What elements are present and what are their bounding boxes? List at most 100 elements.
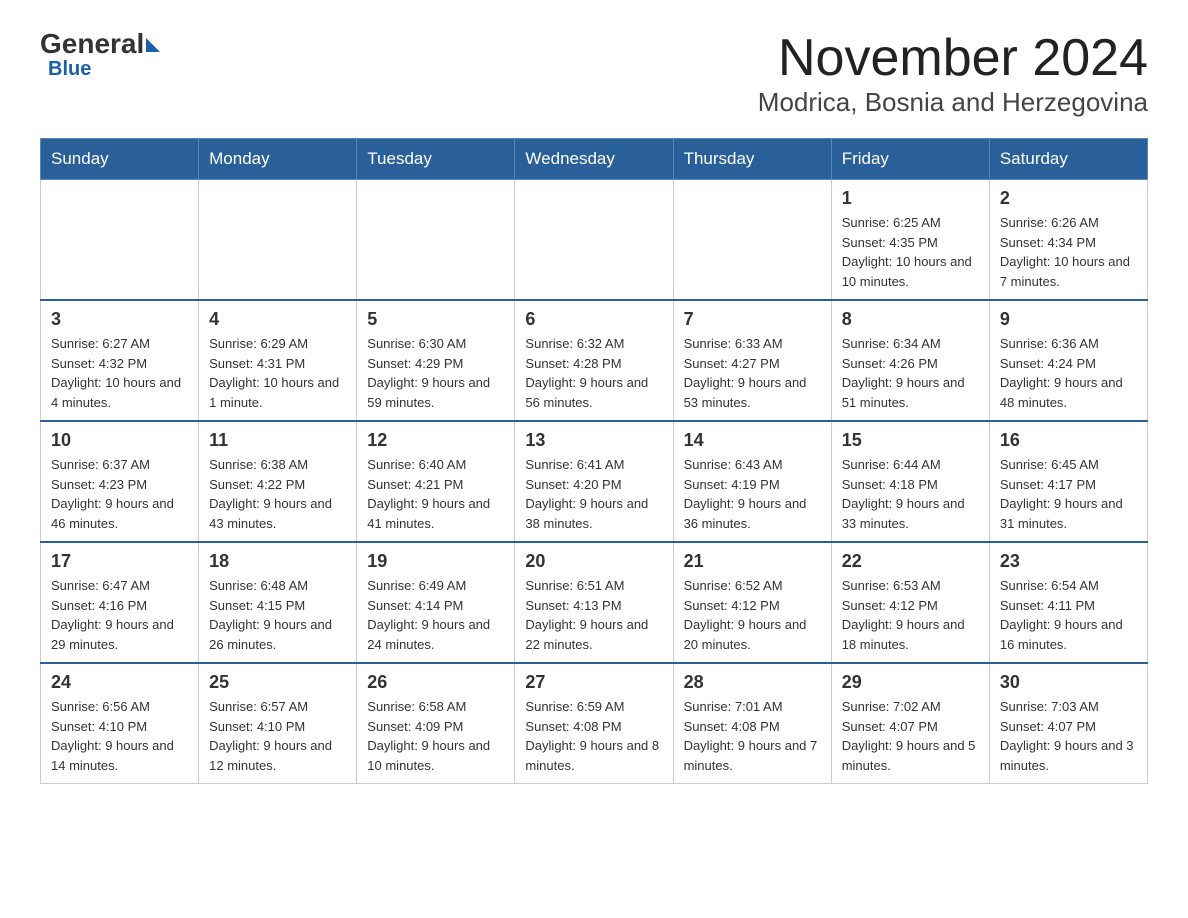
logo-triangle-icon <box>146 38 160 52</box>
day-info: Sunrise: 6:27 AMSunset: 4:32 PMDaylight:… <box>51 334 188 412</box>
calendar-cell: 21 Sunrise: 6:52 AMSunset: 4:12 PMDayligh… <box>673 542 831 663</box>
calendar-cell: 24Sunrise: 6:56 AMSunset: 4:10 PMDayligh… <box>41 663 199 784</box>
month-title: November 2024 <box>758 30 1148 87</box>
col-header-wednesday: Wednesday <box>515 139 673 180</box>
col-header-monday: Monday <box>199 139 357 180</box>
calendar-cell: 30 Sunrise: 7:03 AMSunset: 4:07 PMDayligh… <box>989 663 1147 784</box>
calendar-cell: 10 Sunrise: 6:37 AMSunset: 4:23 PMDayligh… <box>41 421 199 542</box>
day-info: Sunrise: 6:53 AMSunset: 4:12 PMDaylight:… <box>842 576 979 654</box>
day-number: 23 <box>1000 551 1137 572</box>
header-row: SundayMondayTuesdayWednesdayThursdayFrid… <box>41 139 1148 180</box>
header: General Blue November 2024 Modrica, Bosn… <box>40 30 1148 118</box>
day-info: Sunrise: 6:49 AMSunset: 4:14 PMDaylight:… <box>367 576 504 654</box>
calendar-cell: 22 Sunrise: 6:53 AMSunset: 4:12 PMDayligh… <box>831 542 989 663</box>
day-number: 12 <box>367 430 504 451</box>
week-row-5: 24Sunrise: 6:56 AMSunset: 4:10 PMDayligh… <box>41 663 1148 784</box>
day-info: Sunrise: 6:37 AMSunset: 4:23 PMDaylight:… <box>51 455 188 533</box>
day-info: Sunrise: 6:48 AMSunset: 4:15 PMDaylight:… <box>209 576 346 654</box>
day-info: Sunrise: 6:58 AMSunset: 4:09 PMDaylight:… <box>367 697 504 775</box>
day-number: 25 <box>209 672 346 693</box>
calendar-cell: 7 Sunrise: 6:33 AMSunset: 4:27 PMDaylight… <box>673 300 831 421</box>
day-number: 22 <box>842 551 979 572</box>
day-info: Sunrise: 6:43 AMSunset: 4:19 PMDaylight:… <box>684 455 821 533</box>
day-number: 21 <box>684 551 821 572</box>
week-row-2: 3 Sunrise: 6:27 AMSunset: 4:32 PMDaylight… <box>41 300 1148 421</box>
day-number: 15 <box>842 430 979 451</box>
calendar-cell: 5 Sunrise: 6:30 AMSunset: 4:29 PMDaylight… <box>357 300 515 421</box>
day-number: 4 <box>209 309 346 330</box>
calendar-cell: 4Sunrise: 6:29 AMSunset: 4:31 PMDaylight… <box>199 300 357 421</box>
calendar-cell: 9 Sunrise: 6:36 AMSunset: 4:24 PMDaylight… <box>989 300 1147 421</box>
day-number: 19 <box>367 551 504 572</box>
day-info: Sunrise: 6:34 AMSunset: 4:26 PMDaylight:… <box>842 334 979 412</box>
calendar-cell: 14 Sunrise: 6:43 AMSunset: 4:19 PMDayligh… <box>673 421 831 542</box>
calendar-cell: 20 Sunrise: 6:51 AMSunset: 4:13 PMDayligh… <box>515 542 673 663</box>
calendar-cell: 12 Sunrise: 6:40 AMSunset: 4:21 PMDayligh… <box>357 421 515 542</box>
calendar-cell: 16 Sunrise: 6:45 AMSunset: 4:17 PMDayligh… <box>989 421 1147 542</box>
calendar-cell: 18 Sunrise: 6:48 AMSunset: 4:15 PMDayligh… <box>199 542 357 663</box>
day-number: 5 <box>367 309 504 330</box>
calendar-cell <box>41 180 199 301</box>
day-info: Sunrise: 6:41 AMSunset: 4:20 PMDaylight:… <box>525 455 662 533</box>
day-number: 17 <box>51 551 188 572</box>
calendar-cell: 2Sunrise: 6:26 AMSunset: 4:34 PMDaylight… <box>989 180 1147 301</box>
day-number: 10 <box>51 430 188 451</box>
logo-blue-text: Blue <box>48 58 91 80</box>
calendar-cell <box>199 180 357 301</box>
day-info: Sunrise: 6:54 AMSunset: 4:11 PMDaylight:… <box>1000 576 1137 654</box>
day-info: Sunrise: 6:30 AMSunset: 4:29 PMDaylight:… <box>367 334 504 412</box>
day-number: 9 <box>1000 309 1137 330</box>
day-info: Sunrise: 6:33 AMSunset: 4:27 PMDaylight:… <box>684 334 821 412</box>
col-header-friday: Friday <box>831 139 989 180</box>
week-row-4: 17Sunrise: 6:47 AMSunset: 4:16 PMDayligh… <box>41 542 1148 663</box>
title-area: November 2024 Modrica, Bosnia and Herzeg… <box>758 30 1148 118</box>
day-number: 30 <box>1000 672 1137 693</box>
calendar-cell <box>673 180 831 301</box>
day-info: Sunrise: 6:45 AMSunset: 4:17 PMDaylight:… <box>1000 455 1137 533</box>
day-info: Sunrise: 6:59 AMSunset: 4:08 PMDaylight:… <box>525 697 662 775</box>
calendar-cell: 3 Sunrise: 6:27 AMSunset: 4:32 PMDaylight… <box>41 300 199 421</box>
day-info: Sunrise: 6:40 AMSunset: 4:21 PMDaylight:… <box>367 455 504 533</box>
day-number: 1 <box>842 188 979 209</box>
day-info: Sunrise: 7:01 AMSunset: 4:08 PMDaylight:… <box>684 697 821 775</box>
calendar-cell <box>357 180 515 301</box>
day-number: 26 <box>367 672 504 693</box>
calendar-cell: 26 Sunrise: 6:58 AMSunset: 4:09 PMDayligh… <box>357 663 515 784</box>
day-info: Sunrise: 6:26 AMSunset: 4:34 PMDaylight:… <box>1000 213 1137 291</box>
col-header-saturday: Saturday <box>989 139 1147 180</box>
calendar-cell: 6Sunrise: 6:32 AMSunset: 4:28 PMDaylight… <box>515 300 673 421</box>
day-number: 14 <box>684 430 821 451</box>
day-number: 16 <box>1000 430 1137 451</box>
calendar-table: SundayMondayTuesdayWednesdayThursdayFrid… <box>40 138 1148 784</box>
calendar-cell: 29Sunrise: 7:02 AMSunset: 4:07 PMDayligh… <box>831 663 989 784</box>
day-number: 18 <box>209 551 346 572</box>
calendar-cell: 19 Sunrise: 6:49 AMSunset: 4:14 PMDayligh… <box>357 542 515 663</box>
day-number: 24 <box>51 672 188 693</box>
location-title: Modrica, Bosnia and Herzegovina <box>758 87 1148 118</box>
calendar-cell: 1 Sunrise: 6:25 AMSunset: 4:35 PMDaylight… <box>831 180 989 301</box>
day-number: 3 <box>51 309 188 330</box>
day-info: Sunrise: 6:51 AMSunset: 4:13 PMDaylight:… <box>525 576 662 654</box>
col-header-tuesday: Tuesday <box>357 139 515 180</box>
day-number: 8 <box>842 309 979 330</box>
calendar-cell <box>515 180 673 301</box>
day-info: Sunrise: 6:36 AMSunset: 4:24 PMDaylight:… <box>1000 334 1137 412</box>
day-number: 13 <box>525 430 662 451</box>
calendar-cell: 13 Sunrise: 6:41 AMSunset: 4:20 PMDayligh… <box>515 421 673 542</box>
calendar-cell: 23 Sunrise: 6:54 AMSunset: 4:11 PMDayligh… <box>989 542 1147 663</box>
day-number: 7 <box>684 309 821 330</box>
logo-general-text: General <box>40 30 144 58</box>
day-number: 29 <box>842 672 979 693</box>
calendar-cell: 8 Sunrise: 6:34 AMSunset: 4:26 PMDaylight… <box>831 300 989 421</box>
day-info: Sunrise: 6:32 AMSunset: 4:28 PMDaylight:… <box>525 334 662 412</box>
calendar-cell: 15 Sunrise: 6:44 AMSunset: 4:18 PMDayligh… <box>831 421 989 542</box>
day-info: Sunrise: 6:52 AMSunset: 4:12 PMDaylight:… <box>684 576 821 654</box>
week-row-3: 10 Sunrise: 6:37 AMSunset: 4:23 PMDayligh… <box>41 421 1148 542</box>
calendar-cell: 11Sunrise: 6:38 AMSunset: 4:22 PMDayligh… <box>199 421 357 542</box>
day-info: Sunrise: 6:25 AMSunset: 4:35 PMDaylight:… <box>842 213 979 291</box>
col-header-sunday: Sunday <box>41 139 199 180</box>
day-info: Sunrise: 6:44 AMSunset: 4:18 PMDaylight:… <box>842 455 979 533</box>
day-number: 27 <box>525 672 662 693</box>
day-number: 20 <box>525 551 662 572</box>
day-info: Sunrise: 7:03 AMSunset: 4:07 PMDaylight:… <box>1000 697 1137 775</box>
